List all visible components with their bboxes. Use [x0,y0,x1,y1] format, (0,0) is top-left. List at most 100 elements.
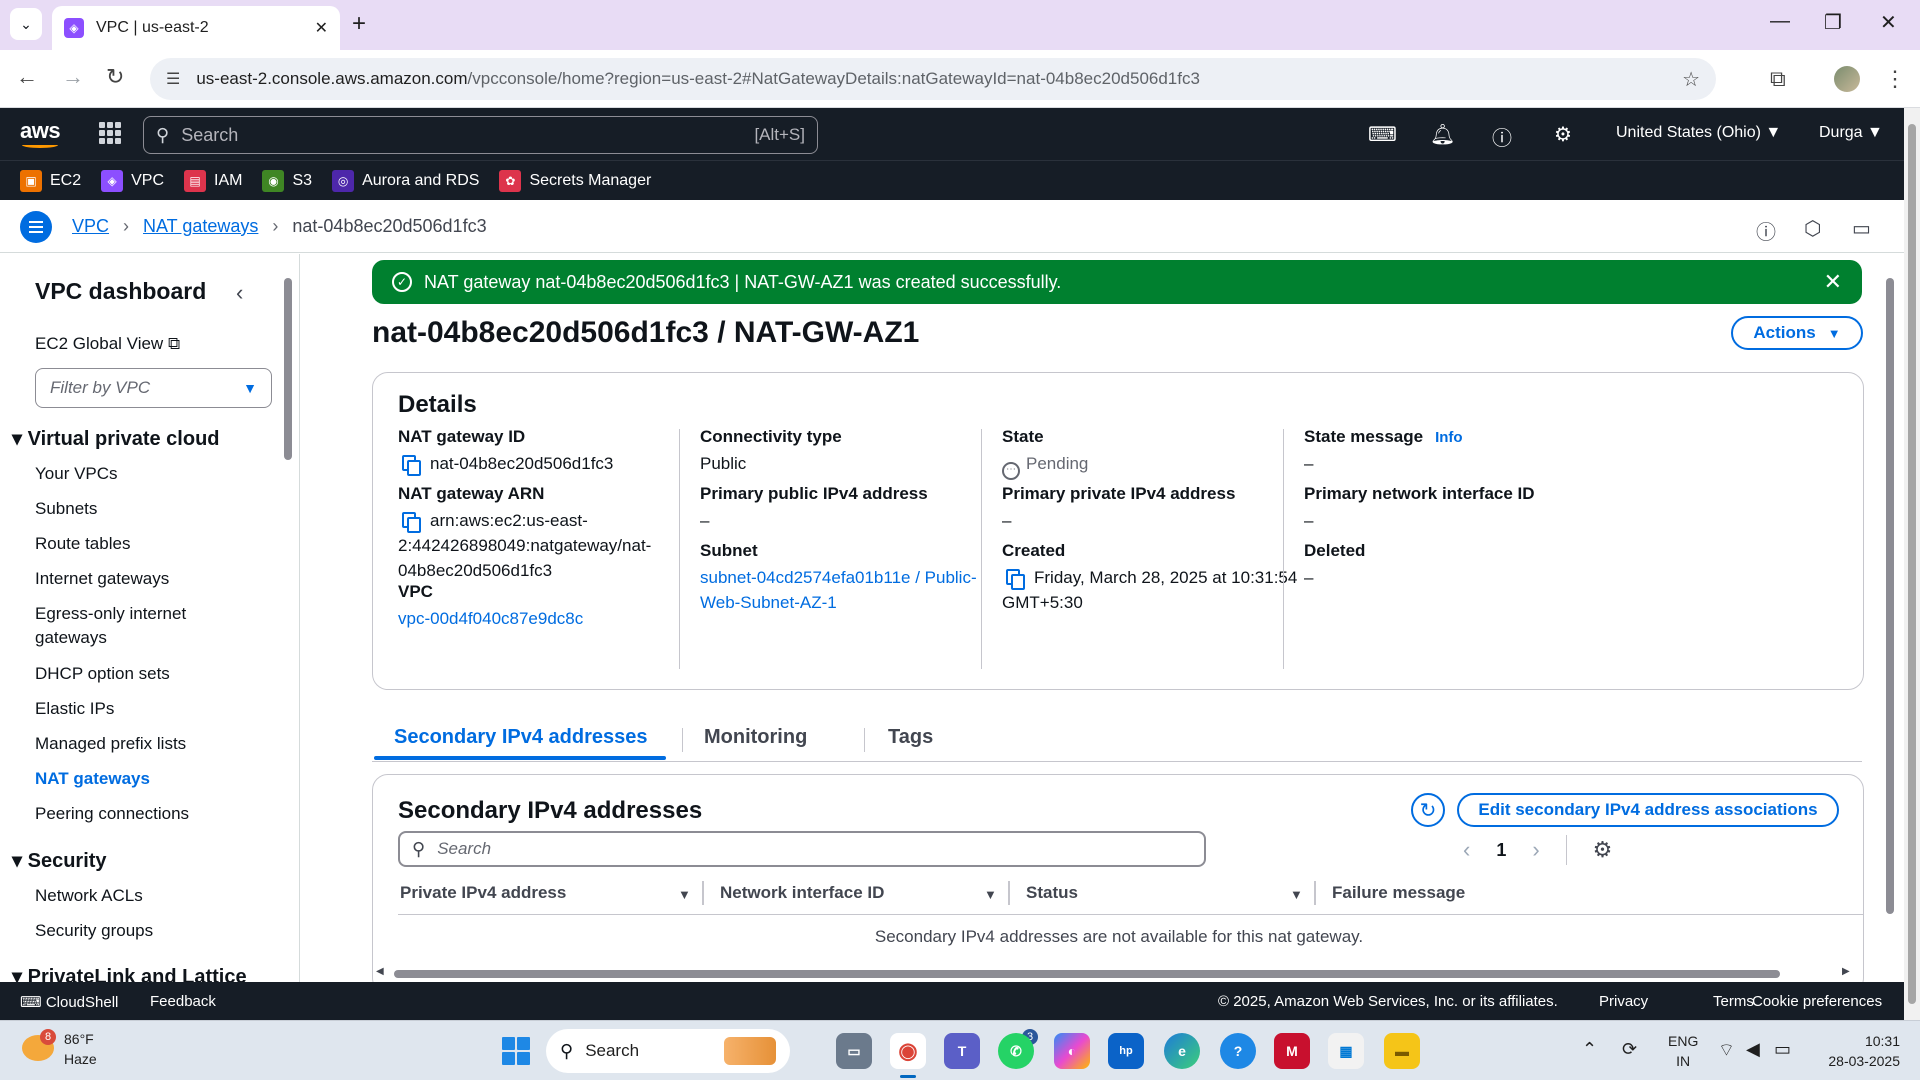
battery-icon[interactable]: ▭ [1774,1039,1791,1060]
mcafee-icon[interactable]: M [1274,1033,1310,1069]
terms-link[interactable]: Terms [1713,993,1754,1010]
extensions-puzzle-icon[interactable]: ⧉ [1770,66,1786,92]
subnet-link[interactable]: subnet-04cd2574efa01b11e / Public- Web-Su… [700,565,1040,615]
column-status[interactable]: Status [1026,883,1078,903]
volume-icon[interactable]: ◀︎ [1746,1039,1760,1060]
bookmark-star-icon[interactable]: ☆ [1682,67,1700,92]
avatar[interactable] [1834,66,1860,92]
scroll-left-icon[interactable]: ◀ [376,966,384,977]
page-scrollbar[interactable] [1904,108,1920,1020]
sort-caret-icon[interactable]: ▼ [1290,887,1303,902]
forward-arrow-icon[interactable]: → [62,64,84,90]
services-grid-icon[interactable] [99,122,121,144]
teams-icon[interactable]: T [944,1033,980,1069]
taskbar-search[interactable]: ⚲ Search [546,1029,790,1073]
sync-icon[interactable]: ⟳ [1622,1039,1637,1060]
sidebar-item-security-groups[interactable]: Security groups [35,921,153,941]
column-divider[interactable] [702,881,704,905]
copy-icon[interactable] [1006,569,1025,590]
get-help-icon[interactable]: ? [1220,1033,1256,1069]
browser-tab-vpc[interactable]: ◈ VPC | us-east-2 ✕ [52,6,340,50]
horizontal-scrollbar[interactable]: ◀ ▶ [374,966,1854,980]
tab-close-icon[interactable]: ✕ [315,18,328,38]
fav-secrets-manager[interactable]: ✿ Secrets Manager [499,169,651,192]
copy-icon[interactable] [402,455,421,476]
minimize-window-icon[interactable]: — [1770,10,1790,33]
address-bar[interactable]: ☰ us-east-2.console.aws.amazon.com/vpcco… [150,58,1716,100]
sidebar-item-nat-gateways[interactable]: NAT gateways [35,769,150,789]
cookie-preferences-link[interactable]: Cookie preferences [1752,993,1882,1010]
notifications-hex-icon[interactable]: ⬡ [1804,216,1821,241]
edge-icon[interactable]: e [1164,1033,1200,1069]
weather-temperature[interactable]: 86°F [64,1031,94,1047]
section-security[interactable]: ▾ Security [12,848,107,873]
feedback-link[interactable]: Feedback [150,993,216,1010]
help-icon[interactable]: ⓘ [1492,122,1512,151]
next-page-icon[interactable]: › [1532,837,1539,863]
refresh-button[interactable]: ↻ [1411,793,1445,827]
system-clock[interactable]: 10:31 28-03-2025 [1818,1031,1900,1071]
microsoft-store-icon[interactable]: ▦ [1328,1033,1364,1069]
fav-ec2[interactable]: ▣ EC2 [20,169,81,192]
close-window-icon[interactable]: ✕ [1880,10,1897,35]
section-virtual-private-cloud[interactable]: ▾ Virtual private cloud [12,426,220,451]
fav-vpc[interactable]: ◈ VPC [101,169,164,192]
reload-icon[interactable]: ↻ [106,64,124,90]
myhp-icon[interactable]: hp [1108,1033,1144,1069]
dismiss-close-icon[interactable]: ✕ [1824,269,1842,295]
collapse-sidebar-icon[interactable]: ‹ [236,280,243,306]
filter-by-vpc-select[interactable]: Filter by VPC ▼ [35,368,272,408]
sidebar-item-your-vpcs[interactable]: Your VPCs [35,464,118,484]
table-preferences-gear-icon[interactable]: ⚙ [1593,837,1613,863]
sort-caret-icon[interactable]: ▼ [984,887,997,902]
region-selector[interactable]: United States (Ohio) ▼ [1616,124,1781,142]
sidebar-item-dhcp-option-sets[interactable]: DHCP option sets [35,664,170,684]
task-view-icon[interactable]: ▭ [836,1033,872,1069]
section-privatelink[interactable]: ▾ PrivateLink and Lattice [12,964,247,982]
weather-description[interactable]: Haze [64,1051,97,1067]
breadcrumb-nat-gateways[interactable]: NAT gateways [143,216,258,237]
tab-secondary-ipv4[interactable]: Secondary IPv4 addresses [394,726,647,749]
sidebar-item-managed-prefix-lists[interactable]: Managed prefix lists [35,734,186,754]
cloudshell-icon[interactable]: ⌨ [1368,122,1397,147]
sort-caret-icon[interactable]: ▼ [678,887,691,902]
sidebar-item-internet-gateways[interactable]: Internet gateways [35,569,169,589]
file-explorer-icon[interactable]: ▬ [1384,1033,1420,1069]
restore-window-icon[interactable]: ❐ [1824,10,1842,35]
display-settings-icon[interactable]: ▭ [1852,216,1871,241]
cloudshell-footer-button[interactable]: ⌨ CloudShell [20,993,118,1011]
content-scrollbar[interactable] [1884,260,1896,980]
tab-search-button[interactable]: ⌄ [10,8,42,40]
copy-icon[interactable] [402,512,421,533]
gear-icon[interactable]: ⚙ [1554,122,1572,147]
sidebar-scrollbar[interactable] [282,260,294,980]
chrome-menu-icon[interactable]: ⋮ [1884,66,1906,92]
column-failure-message[interactable]: Failure message [1332,883,1465,903]
show-hidden-icons-chevron-icon[interactable]: ⌃ [1582,1039,1597,1060]
sidebar-item-egress-only-gateways[interactable]: Egress-only internet gateways [35,604,186,652]
info-link[interactable]: Info [1435,429,1463,446]
chrome-icon[interactable]: ◉ [890,1033,926,1078]
fav-aurora-rds[interactable]: ◎ Aurora and RDS [332,169,479,192]
windows-start-icon[interactable] [502,1037,530,1065]
new-tab-button[interactable]: + [352,10,366,38]
edit-secondary-associations-button[interactable]: Edit secondary IPv4 address associations [1457,793,1839,827]
back-arrow-icon[interactable]: ← [16,64,38,90]
aws-logo[interactable]: aws [20,118,61,148]
bell-icon[interactable]: 🔔︎ [1430,122,1455,147]
sidebar-item-subnets[interactable]: Subnets [35,499,97,519]
whatsapp-icon[interactable]: ✆ [998,1033,1034,1069]
column-network-interface-id[interactable]: Network interface ID [720,883,884,903]
previous-page-icon[interactable]: ‹ [1463,837,1470,863]
fav-s3[interactable]: ◉ S3 [262,169,312,192]
sidebar-title[interactable]: VPC dashboard [35,278,206,305]
actions-button[interactable]: Actions ▼ [1731,316,1863,350]
vpc-link[interactable]: vpc-00d4f040c87e9dc8c [398,606,738,631]
copilot-icon[interactable]: ◐ [1054,1033,1090,1069]
tab-tags[interactable]: Tags [888,726,933,749]
account-menu[interactable]: Durga ▼ [1819,124,1883,142]
input-language[interactable]: ENG IN [1668,1031,1698,1071]
privacy-link[interactable]: Privacy [1599,993,1648,1010]
site-settings-icon[interactable]: ☰ [166,69,180,89]
secondary-search-input[interactable]: ⚲ Search [398,831,1206,867]
